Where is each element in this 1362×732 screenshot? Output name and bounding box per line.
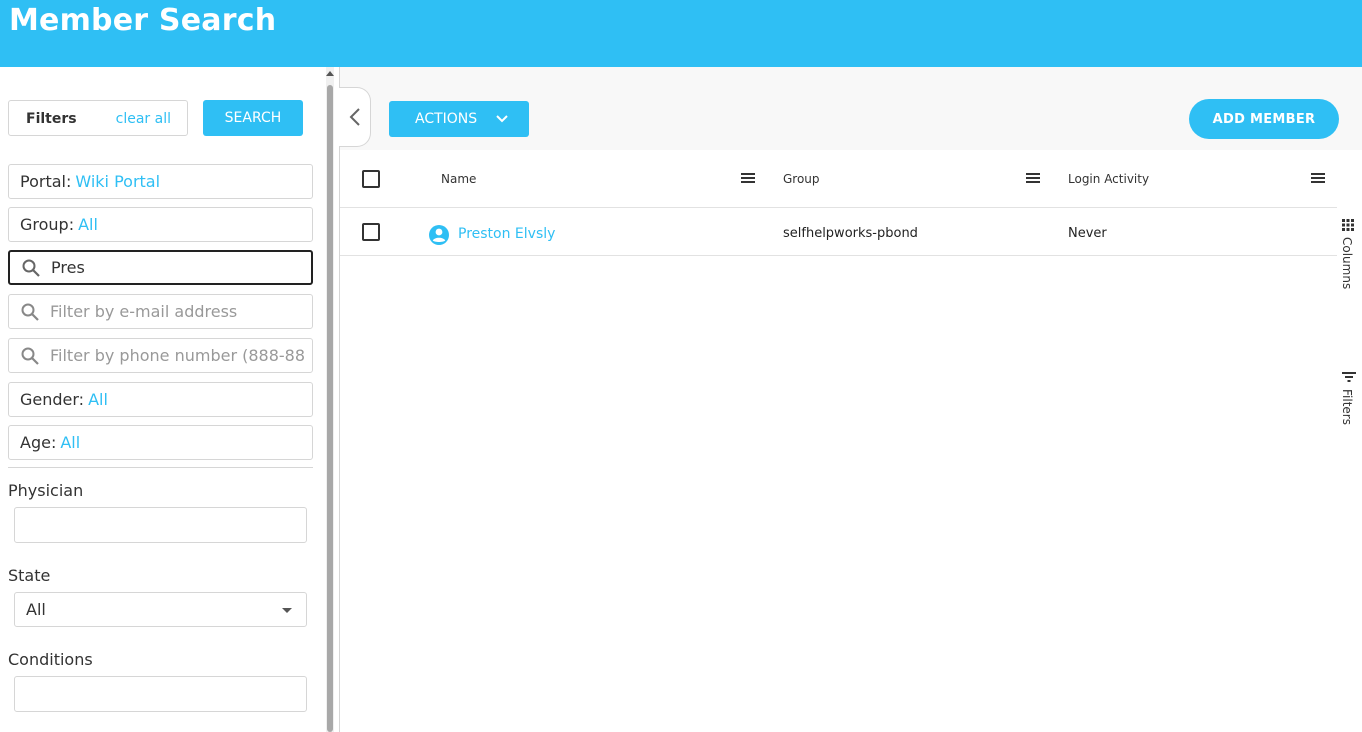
portal-filter-value: Wiki Portal [75, 172, 161, 191]
chevron-down-icon [496, 115, 508, 123]
member-name-link[interactable]: Preston Elvsly [458, 226, 555, 242]
filters-panel-tab[interactable]: Filters [1340, 389, 1354, 425]
portal-filter-key: Portal: [20, 172, 72, 191]
clear-all-link[interactable]: clear all [116, 111, 171, 127]
name-search-field[interactable] [8, 250, 313, 285]
state-label: State [8, 566, 51, 585]
physician-label: Physician [8, 481, 84, 500]
column-header-login-activity[interactable]: Login Activity [1068, 172, 1149, 186]
email-search-input[interactable] [50, 302, 305, 321]
group-filter[interactable]: Group: All [8, 207, 313, 242]
gender-filter-key: Gender: [20, 390, 85, 409]
group-filter-value: All [78, 215, 98, 234]
actions-label: ACTIONS [415, 111, 478, 127]
column-menu-icon[interactable] [1311, 172, 1325, 184]
portal-filter[interactable]: Portal: Wiki Portal [8, 164, 313, 199]
name-search-input[interactable] [51, 258, 306, 277]
filter-panel: Filters clear all SEARCH Portal: Wiki Po… [0, 67, 338, 732]
group-filter-key: Group: [20, 215, 75, 234]
state-selected-value: All [26, 600, 46, 619]
collapse-panel-button[interactable] [339, 87, 371, 147]
caret-down-icon [282, 608, 292, 613]
filters-label: Filters [26, 111, 77, 127]
column-header-group[interactable]: Group [783, 172, 820, 186]
select-all-checkbox[interactable] [362, 170, 380, 188]
conditions-label: Conditions [8, 650, 93, 669]
member-login-activity: Never [1068, 226, 1107, 241]
state-select[interactable]: All [14, 592, 307, 627]
search-icon [22, 259, 40, 277]
phone-search-input[interactable] [50, 346, 305, 365]
email-search-field[interactable] [8, 294, 313, 329]
filter-icon[interactable] [1342, 371, 1356, 383]
search-button[interactable]: SEARCH [203, 100, 303, 136]
toolbar: ACTIONS ADD MEMBER [339, 67, 1362, 150]
columns-grid-icon[interactable] [1342, 219, 1354, 231]
age-filter-key: Age: [20, 433, 57, 452]
scrollbar-thumb[interactable] [327, 85, 333, 732]
member-group: selfhelpworks-pbond [783, 226, 918, 241]
column-menu-icon[interactable] [1026, 172, 1040, 184]
scroll-up-arrow-icon[interactable] [326, 71, 334, 76]
row-checkbox[interactable] [362, 223, 380, 241]
physician-input[interactable] [14, 507, 307, 543]
column-header-name[interactable]: Name [441, 172, 476, 186]
app-header: Member Search [0, 0, 1362, 67]
search-icon [21, 347, 39, 365]
columns-panel-tab[interactable]: Columns [1340, 237, 1354, 289]
user-avatar-icon [429, 225, 449, 245]
conditions-input[interactable] [14, 676, 307, 712]
add-member-button[interactable]: ADD MEMBER [1189, 99, 1339, 139]
filter-divider [8, 467, 313, 468]
gender-filter[interactable]: Gender: All [8, 382, 313, 417]
actions-button[interactable]: ACTIONS [389, 101, 529, 137]
age-filter[interactable]: Age: All [8, 425, 313, 460]
main-content: ACTIONS ADD MEMBER Name Group Login Acti… [339, 67, 1362, 732]
column-menu-icon[interactable] [741, 172, 755, 184]
phone-search-field[interactable] [8, 338, 313, 373]
table-row[interactable]: Preston Elvsly selfhelpworks-pbond Never [340, 208, 1337, 256]
grid-header: Name Group Login Activity [340, 150, 1337, 208]
search-icon [21, 303, 39, 321]
chevron-left-icon [349, 108, 360, 126]
page-title: Member Search [9, 3, 277, 38]
age-filter-value: All [60, 433, 81, 452]
filters-header: Filters clear all [8, 100, 188, 136]
gender-filter-value: All [88, 390, 108, 409]
